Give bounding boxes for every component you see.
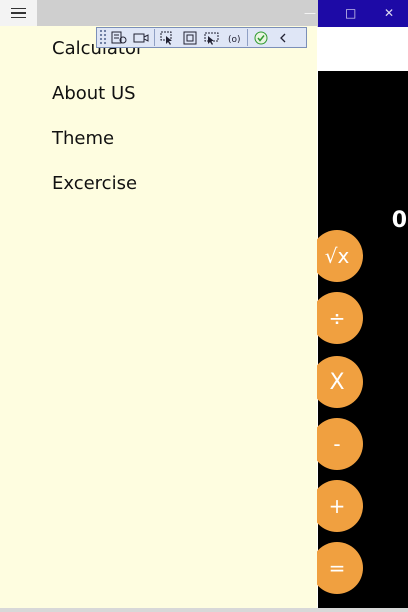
drag-grip-icon[interactable] xyxy=(99,29,108,46)
live-visual-tree-icon[interactable] xyxy=(108,29,130,46)
app-header xyxy=(318,27,408,71)
nav-item-theme[interactable]: Theme xyxy=(52,128,114,149)
collapse-icon[interactable] xyxy=(272,29,294,46)
menu-line xyxy=(11,7,26,10)
accessibility-check-icon[interactable] xyxy=(250,29,272,46)
nav-item-about-us[interactable]: About US xyxy=(52,83,136,104)
title-bar: — □ ✕ xyxy=(0,0,408,27)
calculator-display: 0 xyxy=(391,208,407,233)
maximize-button[interactable]: □ xyxy=(345,4,356,22)
display-layout-adorners-icon[interactable] xyxy=(179,29,201,46)
add-button[interactable]: + xyxy=(311,480,363,532)
sqrt-button[interactable]: √x xyxy=(311,230,363,282)
menu-line xyxy=(11,16,26,19)
record-icon[interactable] xyxy=(130,29,152,46)
toolbar-separator xyxy=(154,29,155,46)
svg-text:(o): (o) xyxy=(228,35,241,45)
navigation-drawer: Calculator About US Theme Excercise xyxy=(0,26,317,608)
bottom-edge xyxy=(0,608,408,612)
divide-button[interactable]: ÷ xyxy=(311,292,363,344)
binding-failures-icon[interactable]: (o) xyxy=(223,29,245,46)
subtract-button[interactable]: - xyxy=(311,418,363,470)
toolbar-separator xyxy=(247,29,248,46)
equals-button[interactable]: = xyxy=(311,542,363,594)
debug-toolbar: (o) xyxy=(96,27,307,48)
close-button[interactable]: ✕ xyxy=(384,4,394,22)
nav-item-excercise[interactable]: Excercise xyxy=(52,173,137,194)
menu-line xyxy=(11,12,26,14)
select-element-icon[interactable] xyxy=(157,29,179,46)
hamburger-menu-button[interactable] xyxy=(0,0,37,26)
multiply-button[interactable]: X xyxy=(311,356,363,408)
minimize-button[interactable]: — xyxy=(304,4,316,22)
title-bar-left xyxy=(0,0,318,27)
track-focus-icon[interactable] xyxy=(201,29,223,46)
